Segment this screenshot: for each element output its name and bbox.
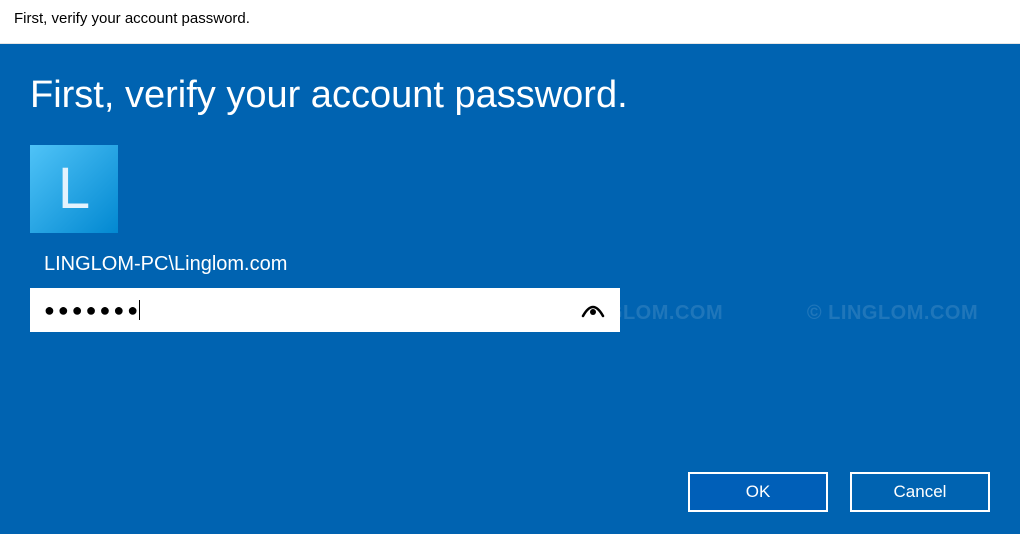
cancel-button[interactable]: Cancel [850,472,990,512]
dialog-button-row: OK Cancel [688,472,990,512]
title-bar: First, verify your account password. [0,0,1020,44]
user-avatar: L [30,145,118,233]
username-label: LINGLOM-PC\Linglom.com [44,253,990,276]
ok-button[interactable]: OK [688,472,828,512]
password-field-container: ●●●●●●● [30,288,620,332]
avatar-letter: L [58,160,90,218]
title-bar-text: First, verify your account password. [14,10,250,27]
password-input[interactable]: ●●●●●●● [44,300,580,321]
text-cursor [139,300,140,320]
reveal-password-icon[interactable] [580,297,606,323]
verify-password-dialog: First, verify your account password. L ©… [0,44,1020,534]
dialog-heading: First, verify your account password. [30,74,990,117]
